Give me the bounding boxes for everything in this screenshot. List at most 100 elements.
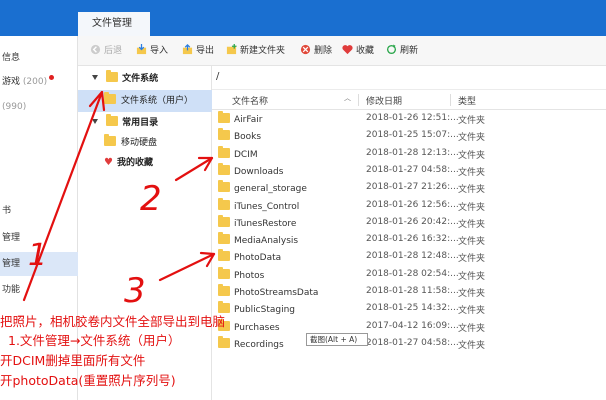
file-date: 2018-01-27 21:26:...	[366, 182, 459, 193]
new-folder-icon	[226, 44, 237, 55]
file-type: 文件夹	[458, 133, 486, 144]
nav-item-count: (990)	[2, 102, 27, 112]
folder-icon	[218, 111, 230, 123]
folder-icon	[104, 134, 116, 146]
tab-file-manager[interactable]: 文件管理	[78, 12, 150, 36]
nav-item-count: (200)	[22, 77, 48, 87]
nav-item-games[interactable]: 游戏 (200)	[0, 70, 78, 94]
file-name: PhotoStreamsData	[234, 288, 319, 298]
back-button-label: 后退	[104, 46, 123, 56]
annotation-line-1: 把照片，相机胶卷内文件全部导出到电脑	[0, 314, 226, 329]
delete-button[interactable]: 删除	[300, 44, 332, 58]
file-date: 2018-01-28 02:54:...	[366, 268, 459, 279]
annotation-line-4: 开photoData(重置照片序列号)	[0, 373, 176, 388]
folder-icon	[104, 92, 116, 104]
tree-node-file-system-user[interactable]: 文件系统（用户）	[78, 90, 212, 112]
table-row[interactable]: general_storage 2018-01-27 21:26:... 文件夹	[212, 179, 606, 196]
export-button[interactable]: 导出	[182, 44, 214, 58]
delete-button-label: 删除	[314, 46, 333, 56]
file-date: 2018-01-25 15:07:...	[366, 130, 459, 141]
path-bar[interactable]: /	[212, 66, 606, 90]
folder-icon	[218, 266, 230, 279]
column-divider[interactable]	[450, 94, 451, 106]
table-row[interactable]: Recordings 2018-01-27 04:58:... 文件夹	[212, 335, 606, 352]
file-type: 文件夹	[458, 116, 486, 126]
folder-icon	[218, 284, 230, 296]
folder-tree: 文件系统 文件系统（用户） 常用目录 移动硬盘 ♥ 我的收藏	[78, 66, 212, 400]
tree-node-label: 我的收藏	[116, 158, 153, 168]
screenshot-tooltip: 截图(Alt + A)	[306, 333, 368, 346]
folder-icon	[218, 197, 230, 210]
table-row[interactable]: Books 2018-01-25 15:07:... 文件夹	[212, 127, 606, 144]
table-row[interactable]: MediaAnalysis 2018-01-26 16:32:... 文件夹	[212, 231, 606, 248]
file-name: MediaAnalysis	[234, 236, 299, 247]
heart-icon: ♥	[104, 157, 113, 168]
table-row[interactable]: Downloads 2018-01-27 04:58:... 文件夹	[212, 162, 606, 179]
nav-item-info[interactable]: 信息	[0, 46, 78, 70]
column-divider[interactable]	[358, 94, 359, 106]
nav-item-books[interactable]: 书	[0, 199, 78, 223]
refresh-button[interactable]: 刷新	[386, 44, 418, 58]
expand-arrow-icon[interactable]	[92, 119, 98, 124]
file-name: Photos	[234, 270, 265, 281]
back-button[interactable]: 后退	[90, 44, 122, 58]
file-type: 文件夹	[458, 306, 486, 317]
favorite-button[interactable]: 收藏	[342, 44, 374, 58]
nav-item-label: 管理	[2, 233, 21, 243]
table-row[interactable]: DCIM 2018-01-28 12:13:... 文件夹	[212, 145, 606, 162]
file-name: iTunes_Control	[234, 201, 300, 212]
table-row[interactable]: Purchases 2017-04-12 16:09:... 文件夹	[212, 318, 606, 335]
file-type: 文件夹	[458, 289, 486, 299]
folder-icon	[218, 145, 230, 158]
back-icon	[90, 44, 101, 55]
file-name: Recordings	[234, 339, 284, 350]
table-row[interactable]: PublicStaging 2018-01-25 14:32:... 文件夹	[212, 300, 606, 317]
nav-item-label: 管理	[2, 259, 21, 269]
export-icon	[182, 44, 193, 55]
folder-icon	[218, 214, 230, 227]
file-type: 文件夹	[458, 237, 486, 248]
folder-icon	[218, 249, 230, 262]
file-type: 文件夹	[458, 254, 486, 265]
table-row[interactable]: PhotoStreamsData 2018-01-28 11:58:... 文件夹	[212, 283, 606, 300]
new-folder-button-label: 新建文件夹	[240, 46, 286, 56]
table-row[interactable]: PhotoData 2018-01-28 12:48:... 文件夹	[212, 248, 606, 265]
favorite-button-label: 收藏	[356, 46, 375, 56]
file-type: 文件夹	[458, 202, 486, 213]
nav-item-3[interactable]: (990)	[0, 95, 78, 119]
import-button[interactable]: 导入	[136, 44, 168, 58]
tree-node-common-dirs[interactable]: 常用目录	[78, 112, 212, 134]
file-date: 2018-01-26 20:42:...	[366, 216, 459, 227]
tree-node-removable-disk[interactable]: 移动硬盘	[78, 132, 212, 154]
folder-icon	[218, 128, 230, 141]
file-name: iTunesRestore	[234, 218, 297, 229]
file-type: 文件夹	[458, 185, 486, 196]
nav-item-functions[interactable]: 功能	[0, 278, 78, 302]
tree-node-label: 文件系统（用户）	[121, 96, 194, 106]
refresh-button-label: 刷新	[400, 46, 419, 56]
file-type: 文件夹	[458, 219, 486, 230]
file-date: 2018-01-26 12:51:...	[366, 113, 459, 123]
table-row[interactable]: AirFair 2018-01-26 12:51:... 文件夹	[212, 110, 606, 127]
table-row[interactable]: iTunes_Control 2018-01-26 12:56:... 文件夹	[212, 197, 606, 214]
nav-item-manage-1[interactable]: 管理	[0, 226, 78, 250]
file-type: 文件夹	[458, 271, 486, 282]
tree-node-file-system[interactable]: 文件系统	[78, 68, 212, 90]
nav-item-file-manage[interactable]: 管理	[0, 252, 78, 276]
table-row[interactable]: Photos 2018-01-28 02:54:... 文件夹	[212, 266, 606, 283]
column-header-type[interactable]: 类型	[458, 94, 476, 107]
file-date: 2017-04-12 16:09:...	[366, 320, 459, 331]
nav-item-label: 功能	[2, 285, 21, 295]
tree-node-favorites[interactable]: ♥ 我的收藏	[78, 152, 212, 174]
expand-arrow-icon[interactable]	[92, 75, 98, 80]
table-row[interactable]: iTunesRestore 2018-01-26 20:42:... 文件夹	[212, 214, 606, 231]
column-header-name[interactable]: 文件名称	[232, 94, 268, 107]
new-folder-button[interactable]: 新建文件夹	[226, 44, 285, 58]
tree-node-label: 文件系统	[122, 74, 159, 84]
file-list-header: 文件名称 ︿ 修改日期 类型	[212, 90, 606, 110]
file-name: DCIM	[234, 149, 258, 160]
file-name: PhotoData	[234, 253, 282, 264]
column-header-date[interactable]: 修改日期	[366, 94, 402, 107]
nav-item-label: 信息	[2, 53, 21, 63]
delete-icon	[300, 44, 311, 55]
